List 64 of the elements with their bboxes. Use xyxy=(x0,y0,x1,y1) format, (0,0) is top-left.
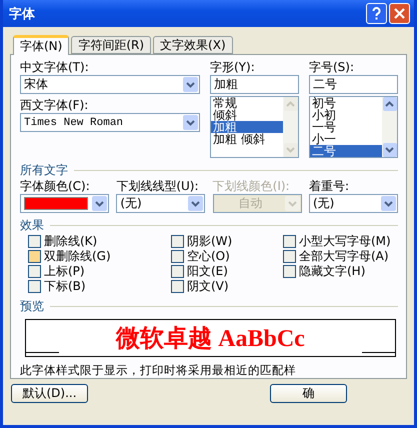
chevron-up-icon xyxy=(286,101,295,107)
close-icon xyxy=(394,8,405,19)
field-label: 下划线线型(U): xyxy=(116,179,200,194)
chevron-down-icon xyxy=(286,147,295,153)
tab[interactable]: 字符间距(R) xyxy=(71,36,152,54)
field-label: 中文字体(T): xyxy=(20,60,90,75)
scroll-down-button[interactable] xyxy=(382,143,396,157)
checkbox[interactable]: 阳文(E) xyxy=(171,264,283,279)
chevron-down-icon xyxy=(288,200,297,206)
chevron-down-icon xyxy=(191,200,200,206)
preview-text: 微软卓越 AaBbCc xyxy=(116,324,305,354)
list-box[interactable]: 初号 小初 一号 小一 二号 xyxy=(309,96,398,158)
field-label: 下划线颜色(I): xyxy=(212,179,291,194)
section-title: 所有文字 xyxy=(20,162,68,179)
list-item[interactable]: 加粗 倾斜 xyxy=(211,133,283,145)
list-item[interactable]: 一号 xyxy=(310,121,382,133)
checkbox[interactable]: 隐藏文字(H) xyxy=(283,264,403,279)
checkbox[interactable]: 小型大写字母(M) xyxy=(283,234,403,249)
field-label: 字形(Y): xyxy=(210,60,256,75)
list-item[interactable]: 二号 xyxy=(310,145,382,157)
dropdown[interactable]: 宋体 xyxy=(20,75,200,94)
section-title: 预览 xyxy=(20,298,44,315)
dropdown[interactable]: (无) xyxy=(116,194,206,213)
chevron-down-icon xyxy=(186,120,195,126)
dialog-button[interactable]: 确 xyxy=(270,384,347,403)
checkbox[interactable]: 阴文(V) xyxy=(171,279,283,294)
help-button[interactable] xyxy=(366,3,387,24)
checkbox[interactable]: 下标(B) xyxy=(28,279,171,294)
close-button[interactable] xyxy=(389,3,410,24)
list-item[interactable]: 倾斜 xyxy=(211,109,283,121)
checkbox[interactable]: 双删除线(G) xyxy=(28,249,171,264)
tab[interactable]: 字体(N) xyxy=(13,35,70,55)
dialog-button[interactable]: 默认(D)... xyxy=(11,384,88,403)
field-label: 西文字体(F): xyxy=(20,98,90,113)
preview-note: 此字体样式限于显示，打印时将采用最相近的匹配样 xyxy=(20,363,297,378)
chevron-down-icon xyxy=(95,200,104,206)
section-title: 效果 xyxy=(20,217,44,234)
list-box[interactable]: 常规 倾斜 加粗 加粗 倾斜 xyxy=(210,96,299,158)
input-field[interactable]: 二号 xyxy=(309,75,398,94)
list-item[interactable]: 初号 xyxy=(310,97,382,109)
checkbox[interactable]: 上标(P) xyxy=(28,264,171,279)
field-label: 着重号: xyxy=(308,179,350,194)
field-label: 字号(S): xyxy=(309,60,356,75)
list-item[interactable]: 加粗 xyxy=(211,121,283,133)
list-item[interactable]: 小一 xyxy=(310,133,382,145)
field-label: 字体颜色(C): xyxy=(20,179,91,194)
scroll-up-button[interactable] xyxy=(382,97,396,111)
dropdown[interactable]: (无) xyxy=(308,194,398,213)
window-title: 字体 xyxy=(9,6,36,22)
checkbox[interactable]: 空心(O) xyxy=(171,249,283,264)
chevron-down-icon xyxy=(385,147,394,153)
chevron-down-icon xyxy=(384,200,393,206)
dropdown[interactable]: Times New Roman xyxy=(20,113,200,132)
chevron-down-icon xyxy=(186,82,195,88)
color-dropdown[interactable] xyxy=(20,194,109,213)
checkbox[interactable]: 全部大写字母(A) xyxy=(283,249,403,264)
checkbox[interactable]: 阴影(W) xyxy=(171,234,283,249)
list-item[interactable]: 小初 xyxy=(310,109,382,121)
tab[interactable]: 文字效果(X) xyxy=(153,36,233,54)
checkbox[interactable]: 删除线(K) xyxy=(28,234,171,249)
help-icon xyxy=(372,7,381,20)
list-item[interactable]: 常规 xyxy=(211,97,283,109)
chevron-up-icon xyxy=(385,101,394,107)
input-field[interactable]: 加粗 xyxy=(210,75,299,94)
